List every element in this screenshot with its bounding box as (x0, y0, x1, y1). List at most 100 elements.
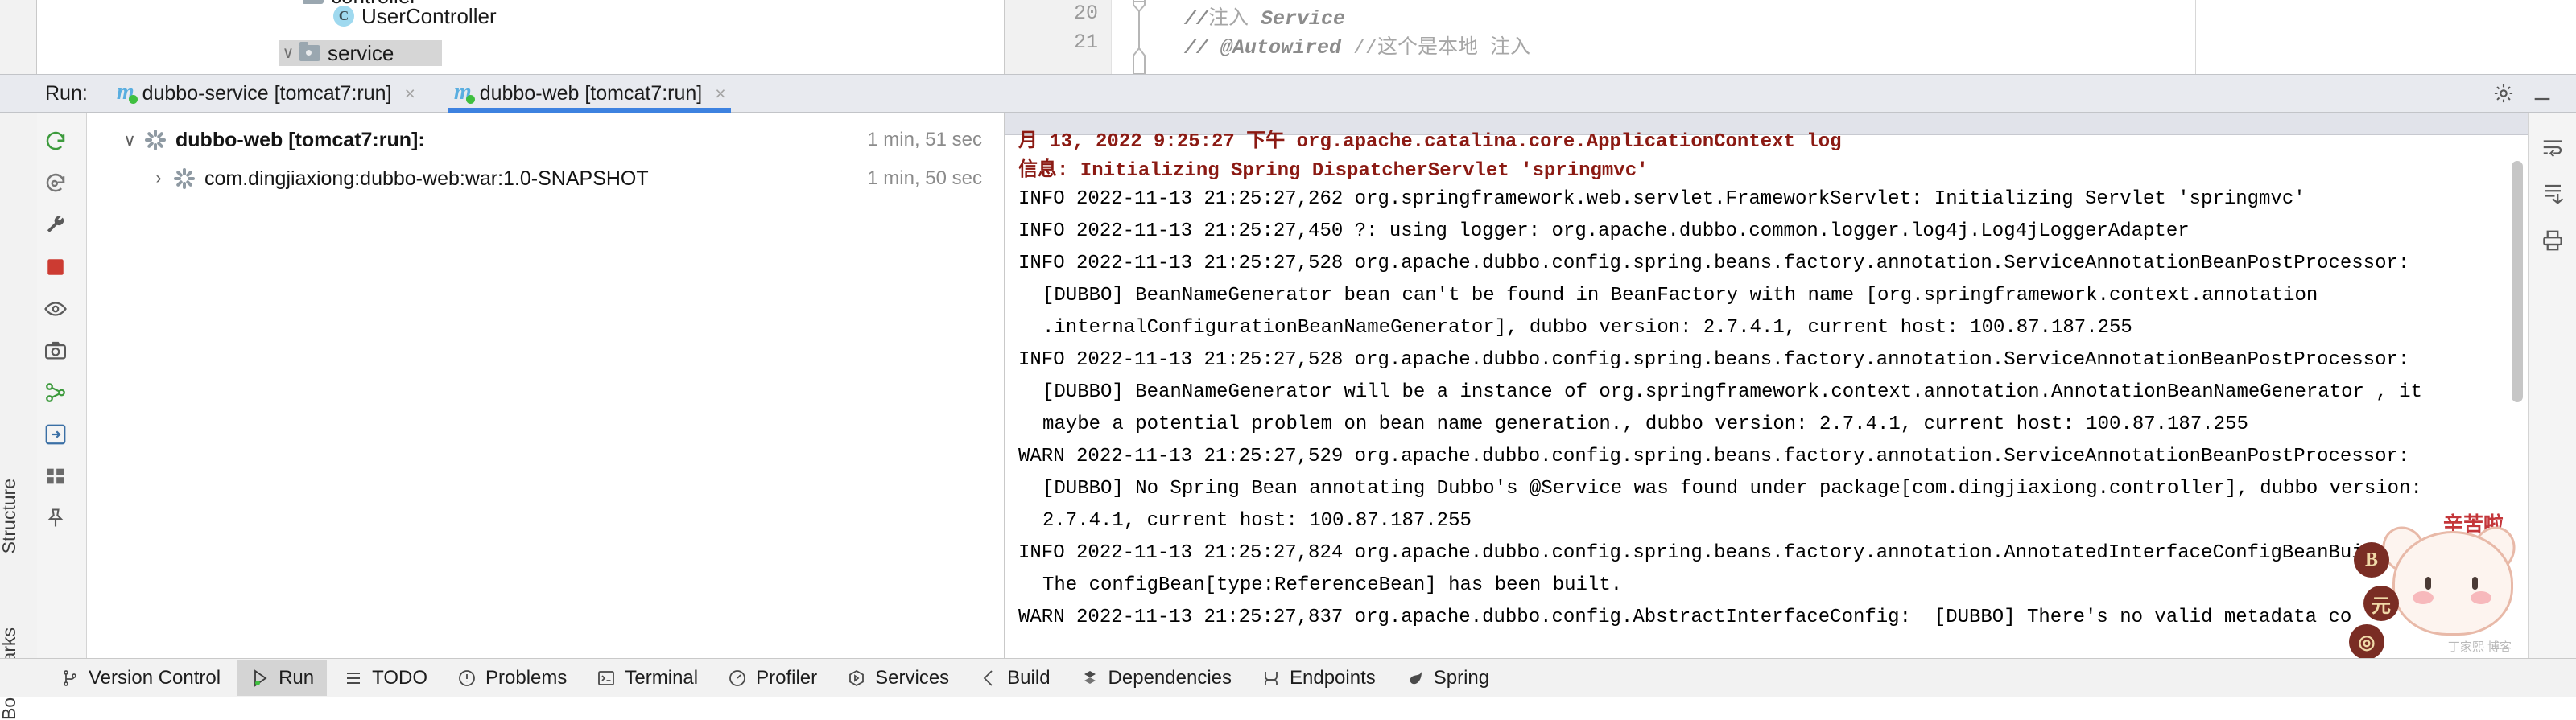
chevron-down-icon[interactable]: ∨ (279, 45, 298, 61)
build-icon (978, 668, 999, 689)
run-toolwindow-body: Structure Bookmarks (0, 113, 2576, 720)
run-toolwindow-tabbar: Run: m dubbo-service [tomcat7:run] × m d… (0, 74, 2576, 113)
dependency-analyzer-icon[interactable] (37, 372, 74, 413)
rerun-icon[interactable] (37, 121, 74, 163)
project-tree-panel[interactable]: controller C UserController ∨ service (37, 0, 1005, 74)
pin-icon[interactable] (37, 497, 74, 539)
package-icon (299, 42, 320, 61)
run-tree-row-root[interactable]: ∨ dubbo-web [tomcat7:run]: 1 min, 51 sec (87, 121, 1005, 159)
status-item-terminal[interactable]: Terminal (583, 660, 711, 696)
terminal-icon (596, 668, 617, 689)
editor-line-gutter: 20 21 (1005, 0, 1112, 74)
run-tree-panel[interactable]: ∨ dubbo-web [tomcat7:run]: 1 min, 51 sec… (87, 113, 1005, 658)
status-item-build[interactable]: Build (965, 660, 1063, 696)
tree-item-service[interactable]: ∨ service (279, 40, 443, 66)
console-actions-rail (2528, 113, 2576, 658)
code-editor[interactable]: 20 21 //注入 Service // @Autowired //这个是本地… (1005, 0, 2195, 74)
status-item-services[interactable]: Services (833, 660, 962, 696)
java-class-icon: C (333, 6, 354, 27)
close-icon[interactable]: × (715, 84, 725, 103)
console-scrollbar[interactable] (2512, 161, 2523, 402)
status-item-version-control[interactable]: Version Control (47, 660, 233, 696)
minimize-icon[interactable] (2523, 74, 2562, 113)
status-item-problems[interactable]: Problems (444, 660, 580, 696)
console-line: WARN 2022-11-13 21:25:27,837 org.apache.… (1018, 607, 2352, 628)
tree-item-usercontroller[interactable]: C UserController (333, 2, 497, 30)
line-number: 21 (1073, 31, 1098, 54)
progress-spinner-icon (143, 128, 167, 152)
run-tab-dubbo-web[interactable]: m dubbo-web [tomcat7:run] × (443, 74, 736, 113)
status-item-label: Run (279, 666, 315, 689)
mascot-cheek-right-icon (2471, 591, 2491, 604)
status-item-label: Build (1007, 666, 1051, 689)
ide-status-bar: Version Control Run TODO Problems Termin… (0, 658, 2576, 697)
console-line: INFO 2022-11-13 21:25:27,262 org.springf… (1018, 188, 2306, 210)
watermark-subtext: 丁家熙 博客 (2447, 640, 2512, 654)
export-icon[interactable] (37, 413, 74, 455)
stop-icon[interactable] (37, 246, 74, 288)
status-item-label: Profiler (756, 666, 818, 689)
code-comment-cn-tail: //这个是本地 注入 (1353, 36, 1531, 60)
eye-icon[interactable] (37, 288, 74, 330)
mascot-cheek-left-icon (2413, 591, 2434, 604)
scroll-to-end-icon[interactable] (2529, 171, 2576, 217)
watermark-text: 辛苦啦 (2442, 513, 2504, 536)
status-item-run[interactable]: Run (237, 660, 328, 696)
mascot-ear-right-icon (2465, 519, 2523, 580)
chevron-right-icon[interactable]: › (145, 169, 172, 188)
grid-icon[interactable] (37, 455, 74, 497)
run-tree-label: dubbo-web [tomcat7:run]: (175, 128, 425, 151)
code-text: @Autowired (1208, 36, 1354, 60)
mascot-eye-right-icon (2472, 577, 2478, 590)
maven-run-icon: m (116, 80, 138, 105)
code-comment-cn: 注入 (1208, 7, 1249, 31)
status-item-spring[interactable]: Spring (1392, 660, 1502, 696)
camera-icon[interactable] (37, 330, 74, 372)
run-tree-label: com.dingjiaxiong:dubbo-web:war:1.0-SNAPS… (204, 167, 649, 190)
debug-rerun-icon[interactable] (37, 163, 74, 204)
chevron-down-icon[interactable]: ∨ (116, 130, 143, 150)
code-line-21[interactable]: // @Autowired //这个是本地 注入 (1184, 31, 1530, 60)
console-line: .internalConfigurationBeanNameGenerator]… (1042, 317, 2132, 339)
ide-left-stripe: Structure Bookmarks (0, 113, 37, 720)
code-line-20[interactable]: //注入 Service (1184, 2, 1345, 31)
status-item-profiler[interactable]: Profiler (714, 660, 830, 696)
status-item-label: Endpoints (1290, 666, 1376, 689)
wrap-text-icon[interactable] (2529, 124, 2576, 171)
console-line: 2.7.4.1, current host: 100.87.187.255 (1042, 510, 1472, 532)
status-item-todo[interactable]: TODO (330, 660, 440, 696)
close-icon[interactable]: × (404, 84, 415, 103)
run-tree-row-module[interactable]: › com.dingjiaxiong:dubbo-web:war:1.0-SNA… (87, 159, 1005, 198)
console-line: The configBean[type:ReferenceBean] has b… (1042, 574, 1623, 596)
code-text: Service (1249, 7, 1346, 31)
console-line: 月 13, 2022 9:25:27 下午 org.apache.catalin… (1018, 131, 1842, 153)
profiler-icon (727, 668, 748, 689)
status-item-label: Spring (1433, 666, 1490, 689)
status-item-label: Services (875, 666, 950, 689)
package-icon (303, 0, 324, 4)
watermark-mascot: 辛苦啦 B 元 ◎ 丁家熙 博客 (2302, 504, 2523, 658)
editor-fold-column[interactable] (1112, 0, 1165, 74)
editor-right-margin (2195, 0, 2576, 74)
wrench-icon[interactable] (37, 204, 74, 246)
tree-item-label: UserController (361, 3, 497, 28)
run-actions-rail (37, 113, 87, 658)
run-tab-dubbo-service[interactable]: m dubbo-service [tomcat7:run] × (105, 74, 425, 113)
console-line: INFO 2022-11-13 21:25:27,450 ?: using lo… (1018, 220, 2190, 242)
status-item-label: Version Control (89, 666, 221, 689)
dependencies-icon (1080, 668, 1100, 689)
status-item-endpoints[interactable]: Endpoints (1248, 660, 1389, 696)
spring-icon (1405, 668, 1426, 689)
print-icon[interactable] (2529, 217, 2576, 264)
status-item-label: Problems (485, 666, 568, 689)
console-line: 信息: Initializing Spring DispatcherServle… (1018, 160, 1649, 182)
stripe-button-structure[interactable]: Structure (0, 479, 35, 553)
progress-spinner-icon (172, 167, 196, 191)
status-item-dependencies[interactable]: Dependencies (1067, 660, 1245, 696)
gear-icon[interactable] (2484, 74, 2523, 113)
code-fold-marker-icon[interactable] (1112, 0, 1165, 74)
console-line: [DUBBO] No Spring Bean annotating Dubbo'… (1042, 478, 2422, 500)
console-output[interactable]: 月 13, 2022 9:25:27 下午 org.apache.catalin… (1005, 113, 2528, 658)
console-line: INFO 2022-11-13 21:25:27,528 org.apache.… (1018, 253, 2410, 274)
run-tab-label: dubbo-service [tomcat7:run] (142, 81, 392, 105)
